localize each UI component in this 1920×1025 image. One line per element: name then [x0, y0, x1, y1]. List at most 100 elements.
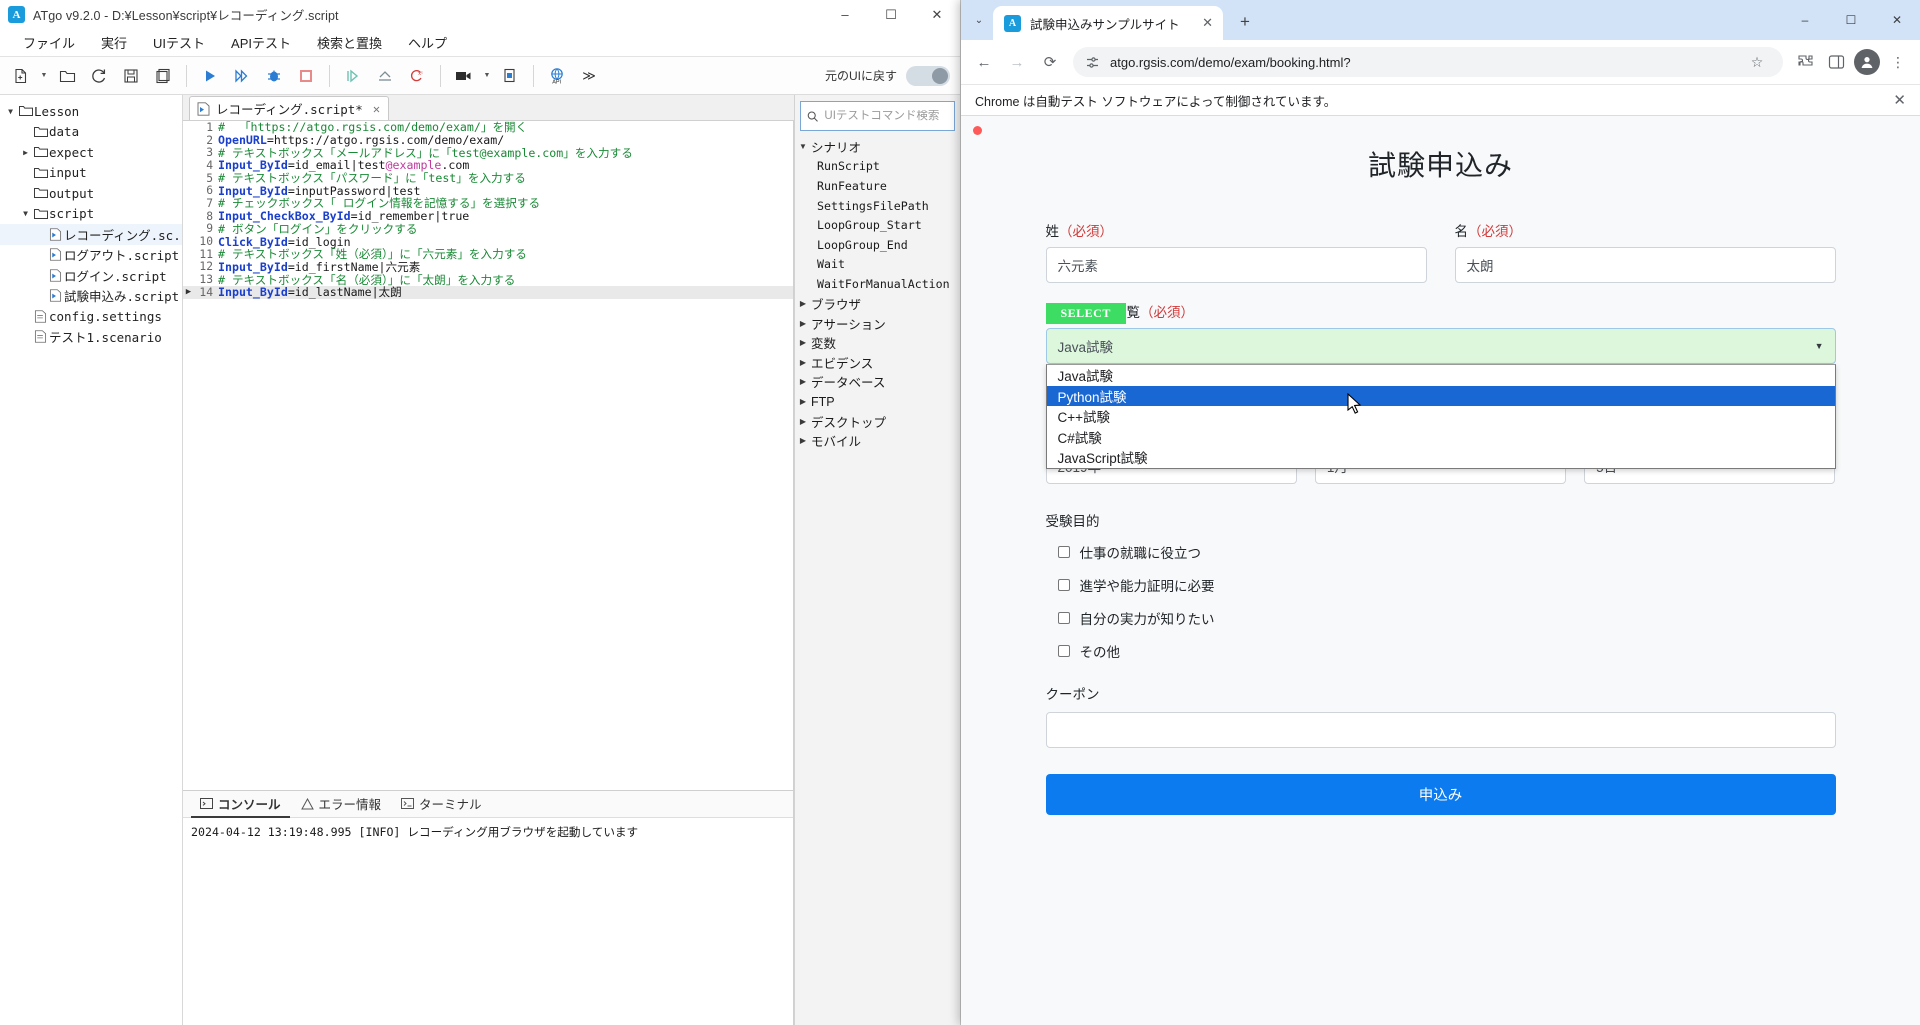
code-line[interactable]: 13 # テキストボックス「名（必須）」に「太朗」を入力する [183, 273, 793, 287]
tree-expand-arrow[interactable]: ▼ [19, 209, 32, 218]
toolbar-overflow-icon[interactable]: ≫ [574, 62, 604, 90]
exam-select-combobox[interactable]: Java試験 ▼ [1045, 328, 1836, 364]
command-item-RunScript[interactable]: RunScript [795, 157, 960, 177]
restore-ui-toggle[interactable] [906, 65, 950, 86]
run-icon[interactable] [195, 62, 225, 90]
tab-error-info[interactable]: エラー情報 [292, 790, 391, 818]
code-line[interactable]: 3 # テキストボックス「メールアドレス」に「test@example.com」を… [183, 146, 793, 160]
exam-option[interactable]: C#試験 [1047, 427, 1835, 448]
step-over-icon[interactable] [370, 62, 400, 90]
infobar-close-icon[interactable]: ✕ [1893, 91, 1906, 109]
new-file-dropdown-caret[interactable]: ▼ [38, 62, 50, 90]
tree-expand-arrow[interactable]: ▶ [795, 436, 811, 445]
save-icon[interactable] [116, 62, 146, 90]
purpose-checkbox-row[interactable]: 自分の実力が知りたい [1046, 608, 1836, 628]
command-group-データベース[interactable]: ▶ データベース [795, 372, 960, 392]
back-button[interactable]: ← [969, 47, 999, 77]
code-line[interactable]: 9 # ボタン「ログイン」をクリックする [183, 222, 793, 236]
chrome-close-button[interactable]: ✕ [1874, 0, 1920, 40]
code-line[interactable]: 11 # テキストボックス「姓（必須）」に「六元素」を入力する [183, 247, 793, 261]
code-line[interactable]: 7 # チェックボックス「 ログイン情報を記憶する」を選択する [183, 196, 793, 210]
purpose-checkbox-row[interactable]: 進学や能力証明に必要 [1046, 575, 1836, 595]
firstname-input[interactable] [1454, 247, 1836, 283]
atgo-close-button[interactable]: ✕ [914, 0, 960, 29]
file-tree-item-input[interactable]: input [0, 163, 182, 184]
continue-icon[interactable] [338, 62, 368, 90]
clear-breakpoints-icon[interactable]: xˣ [402, 62, 432, 90]
command-group-変数[interactable]: ▶ 変数 [795, 333, 960, 353]
exam-option[interactable]: Java試験 [1047, 365, 1835, 386]
project-file-tree[interactable]: ▼ Lesson data ▶ expect input output ▼ script レコーデ… [0, 95, 183, 1025]
atgo-maximize-button[interactable]: ☐ [868, 0, 914, 29]
file-tree-item-Lesson[interactable]: ▼ Lesson [0, 101, 182, 122]
reload-icon[interactable] [84, 62, 114, 90]
checkbox-input[interactable] [1057, 546, 1070, 558]
atgo-minimize-button[interactable]: – [822, 0, 868, 29]
code-line[interactable]: ▶ 14 Input_ById =id_lastName|太朗 [183, 285, 793, 299]
command-search-box[interactable] [800, 101, 955, 131]
chrome-menu-icon[interactable]: ⋮ [1884, 48, 1912, 76]
menu-item-run[interactable]: 実行 [88, 29, 140, 56]
tree-expand-arrow[interactable]: ▶ [19, 148, 32, 157]
exam-option[interactable]: Python試験 [1046, 385, 1835, 406]
file-tree-item-data[interactable]: data [0, 122, 182, 143]
browser-tab-exam-site[interactable]: A 試験申込みサンプルサイト ✕ [993, 6, 1223, 40]
file-tree-item-.script[interactable]: ログアウト.script [0, 245, 182, 266]
command-group-モバイル[interactable]: ▶ モバイル [795, 431, 960, 451]
purpose-checkbox-row[interactable]: 仕事の就職に役立つ [1046, 542, 1836, 562]
tab-search-chevron-icon[interactable]: ⌄ [965, 6, 993, 34]
editor-tab-recording-script[interactable]: レコーディング.script* ✕ [189, 96, 390, 120]
extensions-puzzle-icon[interactable] [1791, 48, 1819, 76]
bookmark-star-icon[interactable]: ☆ [1743, 48, 1771, 76]
command-group-FTP[interactable]: ▶ FTP [795, 392, 960, 412]
chrome-maximize-button[interactable]: ☐ [1828, 0, 1874, 40]
lastname-input[interactable] [1045, 247, 1427, 283]
address-bar[interactable]: atgo.rgsis.com/demo/exam/booking.html? ☆ [1073, 47, 1783, 77]
file-tree-item-.sc...[interactable]: レコーディング.sc... [0, 224, 182, 245]
evidence-document-icon[interactable] [495, 62, 525, 90]
open-folder-icon[interactable] [52, 62, 82, 90]
command-group-シナリオ[interactable]: ▼ シナリオ [795, 137, 960, 157]
file-tree-item-.script[interactable]: ログイン.script [0, 265, 182, 286]
restore-original-ui-control[interactable]: 元のUIに戻す [825, 65, 950, 86]
command-item-WaitForManualAction[interactable]: WaitForManualAction [795, 274, 960, 294]
record-dropdown-caret[interactable]: ▼ [481, 62, 493, 90]
new-file-icon[interactable] [6, 62, 36, 90]
command-group-エビデンス[interactable]: ▶ エビデンス [795, 353, 960, 373]
command-item-LoopGroup_Start[interactable]: LoopGroup_Start [795, 215, 960, 235]
code-line[interactable]: 1 # 「https://atgo.rgsis.com/demo/exam/」を開… [183, 121, 793, 134]
reload-button[interactable]: ⟳ [1035, 47, 1065, 77]
tree-expand-arrow[interactable]: ▶ [795, 358, 811, 367]
checkbox-input[interactable] [1057, 612, 1070, 624]
menu-item-uitest[interactable]: UIテスト [140, 29, 218, 56]
tree-expand-arrow[interactable]: ▶ [795, 397, 811, 406]
tab-console[interactable]: コンソール [191, 790, 290, 818]
command-item-SettingsFilePath[interactable]: SettingsFilePath [795, 196, 960, 216]
debug-bug-icon[interactable] [259, 62, 289, 90]
tree-expand-arrow[interactable]: ▼ [795, 142, 811, 151]
step-run-icon[interactable] [227, 62, 257, 90]
stop-icon[interactable] [291, 62, 321, 90]
forward-button[interactable]: → [1002, 47, 1032, 77]
command-item-Wait[interactable]: Wait [795, 255, 960, 275]
tree-expand-arrow[interactable]: ▶ [795, 338, 811, 347]
file-tree-item-.script[interactable]: 試験申込み.script [0, 286, 182, 307]
submit-button[interactable]: 申込み [1045, 774, 1836, 815]
menu-item-file[interactable]: ファイル [10, 29, 88, 56]
file-tree-item-output[interactable]: output [0, 183, 182, 204]
command-item-LoopGroup_End[interactable]: LoopGroup_End [795, 235, 960, 255]
browser-tab-close-icon[interactable]: ✕ [1202, 15, 1213, 31]
checkbox-input[interactable] [1057, 645, 1070, 657]
tree-expand-arrow[interactable]: ▶ [795, 417, 811, 426]
command-item-RunFeature[interactable]: RunFeature [795, 176, 960, 196]
save-as-icon[interactable] [148, 62, 178, 90]
tree-expand-arrow[interactable]: ▶ [795, 319, 811, 328]
tree-expand-arrow[interactable]: ▶ [795, 377, 811, 386]
exam-option[interactable]: C++試験 [1047, 406, 1835, 427]
tab-terminal[interactable]: ターミナル [392, 790, 491, 818]
checkbox-input[interactable] [1057, 579, 1070, 591]
new-tab-button[interactable]: + [1231, 8, 1259, 36]
menu-item-apitest[interactable]: APIテスト [218, 29, 304, 56]
file-tree-item-expect[interactable]: ▶ expect [0, 142, 182, 163]
coupon-input[interactable] [1045, 712, 1836, 748]
